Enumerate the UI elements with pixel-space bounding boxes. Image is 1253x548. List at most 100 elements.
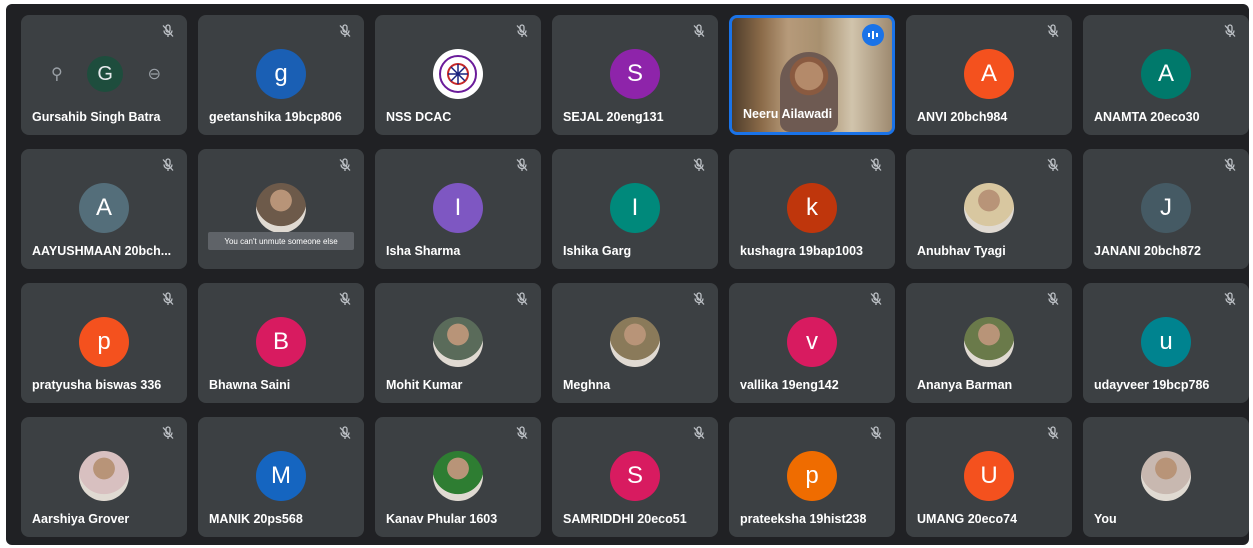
participant-tile[interactable]: You bbox=[1083, 417, 1249, 537]
participant-name: vallika 19eng142 bbox=[740, 378, 839, 392]
participant-tile[interactable]: J JANANI 20bch872 bbox=[1083, 149, 1249, 269]
avatar: I bbox=[610, 183, 660, 233]
participant-name: Mohit Kumar bbox=[386, 378, 463, 392]
participant-tile[interactable]: Aarshiya Grover bbox=[21, 417, 187, 537]
mic-muted-icon bbox=[338, 158, 352, 172]
participant-name: Aarshiya Grover bbox=[32, 512, 130, 526]
participant-tile[interactable]: ⚲ G ⊖ Gursahib Singh Batra bbox=[21, 15, 187, 135]
mic-muted-icon bbox=[692, 158, 706, 172]
participant-tile[interactable]: A ANAMTA 20eco30 bbox=[1083, 15, 1249, 135]
participant-name: prateeksha 19hist238 bbox=[740, 512, 867, 526]
participant-tile[interactable]: Kanav Phular 1603 bbox=[375, 417, 541, 537]
speaking-indicator-icon bbox=[862, 24, 884, 46]
participant-tile[interactable]: Neeru Ailawadi bbox=[729, 15, 895, 135]
participant-name: NSS DCAC bbox=[386, 110, 452, 124]
avatar: M bbox=[256, 451, 306, 501]
participant-tile[interactable]: S SEJAL 20eng131 bbox=[552, 15, 718, 135]
remove-icon[interactable]: ⊖ bbox=[148, 64, 161, 84]
participant-tile[interactable]: v vallika 19eng142 bbox=[729, 283, 895, 403]
participant-name: MANIK 20ps568 bbox=[209, 512, 303, 526]
meeting-grid: ⚲ G ⊖ Gursahib Singh Batra g geetanshika 19bc… bbox=[6, 4, 1249, 545]
avatar bbox=[256, 183, 306, 233]
avatar: U bbox=[964, 451, 1014, 501]
participant-tile[interactable]: A AAYUSHMAAN 20bch... bbox=[21, 149, 187, 269]
avatar: k bbox=[787, 183, 837, 233]
participant-tile[interactable]: Anubhav Tyagi bbox=[906, 149, 1072, 269]
participant-name: JANANI 20bch872 bbox=[1094, 244, 1201, 258]
mic-muted-icon bbox=[338, 24, 352, 38]
avatar bbox=[964, 317, 1014, 367]
participant-name: AAYUSHMAAN 20bch... bbox=[32, 244, 172, 258]
mic-muted-icon bbox=[1223, 158, 1237, 172]
avatar: p bbox=[787, 451, 837, 501]
avatar bbox=[433, 451, 483, 501]
participant-tile[interactable]: B Bhawna Saini bbox=[198, 283, 364, 403]
participant-tile[interactable]: Mohit Kumar bbox=[375, 283, 541, 403]
mic-muted-icon bbox=[1046, 158, 1060, 172]
participant-tile[interactable]: S SAMRIDDHI 20eco51 bbox=[552, 417, 718, 537]
mic-muted-icon bbox=[1046, 24, 1060, 38]
participant-name: Anubhav Tyagi bbox=[917, 244, 1006, 258]
avatar: p bbox=[79, 317, 129, 367]
mic-muted-icon bbox=[1046, 292, 1060, 306]
participant-name: Ishika Garg bbox=[563, 244, 632, 258]
avatar bbox=[1141, 451, 1191, 501]
avatar: A bbox=[964, 49, 1014, 99]
participant-tile[interactable]: NSS DCAC bbox=[375, 15, 541, 135]
avatar: g bbox=[256, 49, 306, 99]
avatar: v bbox=[787, 317, 837, 367]
mic-muted-icon bbox=[869, 426, 883, 440]
avatar bbox=[964, 183, 1014, 233]
participant-tile[interactable]: I Ishika Garg bbox=[552, 149, 718, 269]
participant-tile[interactable]: p pratyusha biswas 336 bbox=[21, 283, 187, 403]
tile-hover-controls: ⚲ G ⊖ bbox=[51, 56, 161, 92]
participant-name: Isha Sharma bbox=[386, 244, 461, 258]
participant-name: UMANG 20eco74 bbox=[917, 512, 1018, 526]
mic-muted-icon bbox=[338, 292, 352, 306]
mic-muted-icon bbox=[161, 158, 175, 172]
participant-tile[interactable]: g geetanshika 19bcp806 bbox=[198, 15, 364, 135]
participant-name: SAMRIDDHI 20eco51 bbox=[563, 512, 687, 526]
mic-muted-icon bbox=[515, 24, 529, 38]
participant-tile[interactable]: p prateeksha 19hist238 bbox=[729, 417, 895, 537]
participant-tile[interactable]: Ananya Barman bbox=[906, 283, 1072, 403]
org-logo bbox=[433, 49, 483, 99]
mic-muted-icon bbox=[161, 426, 175, 440]
participant-name: Bhawna Saini bbox=[209, 378, 291, 392]
avatar: A bbox=[79, 183, 129, 233]
participant-name: SEJAL 20eng131 bbox=[563, 110, 664, 124]
participant-tile[interactable]: You can't unmute someone else bbox=[198, 149, 364, 269]
participant-name: kushagra 19bap1003 bbox=[740, 244, 863, 258]
participant-tile[interactable]: A ANVI 20bch984 bbox=[906, 15, 1072, 135]
participant-tile[interactable]: Meghna bbox=[552, 283, 718, 403]
participant-name: You bbox=[1094, 512, 1117, 526]
avatar: I bbox=[433, 183, 483, 233]
mic-muted-icon bbox=[515, 426, 529, 440]
mic-muted-icon bbox=[161, 292, 175, 306]
participant-name: Ananya Barman bbox=[917, 378, 1013, 392]
participant-name: Kanav Phular 1603 bbox=[386, 512, 498, 526]
mic-muted-icon bbox=[692, 426, 706, 440]
mic-muted-icon bbox=[869, 292, 883, 306]
participant-tile[interactable]: M MANIK 20ps568 bbox=[198, 417, 364, 537]
participant-name: Neeru Ailawadi bbox=[743, 107, 833, 121]
participant-name: ANAMTA 20eco30 bbox=[1094, 110, 1200, 124]
mic-muted-icon bbox=[1046, 426, 1060, 440]
mic-muted-icon bbox=[1223, 24, 1237, 38]
participant-tile[interactable]: U UMANG 20eco74 bbox=[906, 417, 1072, 537]
mic-muted-icon bbox=[161, 24, 175, 38]
avatar: S bbox=[610, 49, 660, 99]
participant-name: geetanshika 19bcp806 bbox=[209, 110, 342, 124]
avatar: B bbox=[256, 317, 306, 367]
participant-name: udayveer 19bcp786 bbox=[1094, 378, 1210, 392]
avatar: u bbox=[1141, 317, 1191, 367]
participant-tile[interactable]: u udayveer 19bcp786 bbox=[1083, 283, 1249, 403]
participant-name: pratyusha biswas 336 bbox=[32, 378, 162, 392]
participant-tile[interactable]: I Isha Sharma bbox=[375, 149, 541, 269]
avatar: S bbox=[610, 451, 660, 501]
unmute-tooltip: You can't unmute someone else bbox=[208, 232, 354, 250]
pin-icon[interactable]: ⚲ bbox=[51, 64, 63, 84]
participant-tile[interactable]: k kushagra 19bap1003 bbox=[729, 149, 895, 269]
mic-muted-icon bbox=[692, 292, 706, 306]
mic-muted-icon bbox=[338, 426, 352, 440]
